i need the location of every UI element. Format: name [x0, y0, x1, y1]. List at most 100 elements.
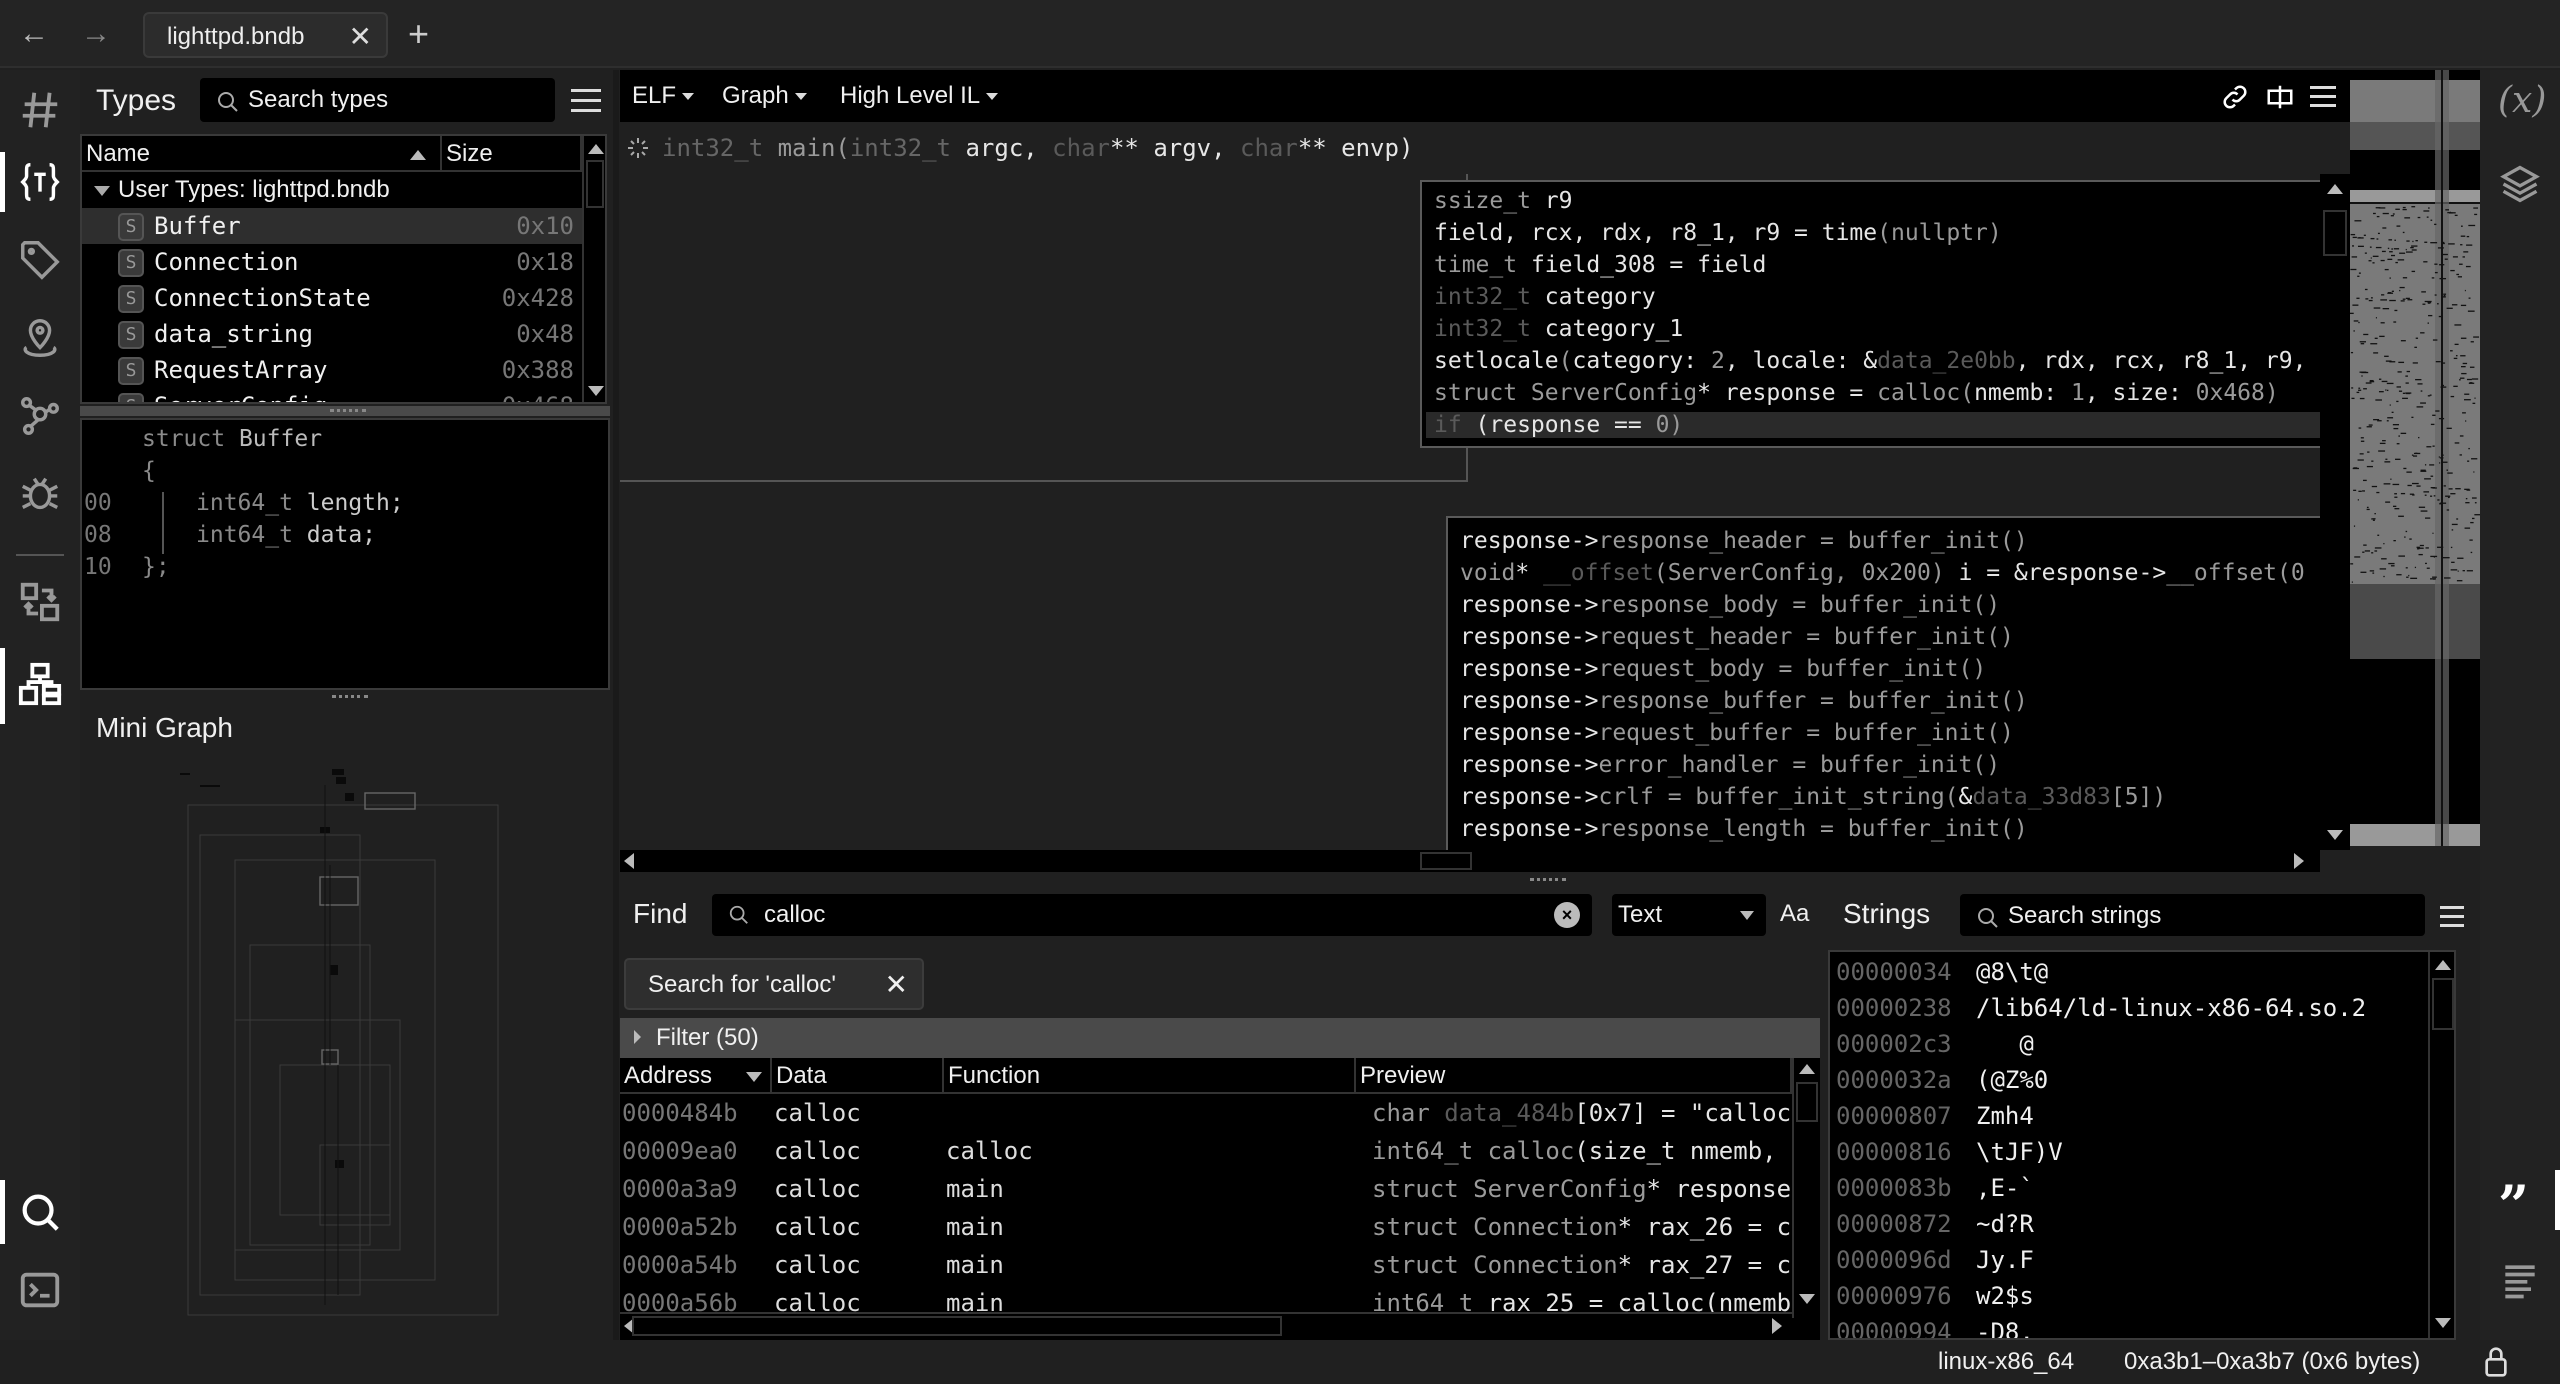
string-row[interactable]: 00000994 -D8, — [1830, 1314, 2426, 1338]
scroll-left-icon[interactable] — [624, 853, 634, 869]
results-scrollbar[interactable] — [1792, 1058, 1820, 1318]
scroll-up-icon[interactable] — [2435, 960, 2451, 970]
type-row[interactable]: Sdata_string 0x48 — [82, 316, 582, 352]
code-line[interactable]: int32_t category_1 — [1434, 316, 1683, 342]
string-row[interactable]: 0000096d Jy.F — [1830, 1242, 2426, 1278]
types-scrollbar[interactable] — [582, 136, 605, 402]
scroll-down-icon[interactable] — [1799, 1294, 1815, 1304]
code-line[interactable]: struct ServerConfig* response = calloc(n… — [1434, 380, 2279, 406]
type-row[interactable]: S RequestArray 0x388 — [82, 352, 582, 388]
strings-menu-button[interactable] — [2440, 906, 2464, 930]
code-line[interactable]: int32_t category — [1434, 284, 1656, 310]
view-menu-button[interactable] — [2310, 86, 2336, 110]
find-mode-select[interactable]: Text — [1612, 894, 1766, 936]
types-splitter[interactable] — [80, 406, 610, 416]
string-row[interactable]: 00000807 Zmh4 — [1830, 1098, 2426, 1134]
graph-horizontal-scrollbar[interactable] — [620, 850, 2320, 872]
splitter-grip[interactable] — [332, 695, 368, 699]
layers-icon[interactable] — [2498, 162, 2542, 206]
string-row[interactable]: 00000872 ~d?R — [1830, 1206, 2426, 1242]
code-line[interactable]: response->response_header = buffer_init(… — [1460, 528, 2028, 554]
view-type-menu[interactable]: ELF — [632, 82, 695, 110]
string-row[interactable]: 00000976 w2$s — [1830, 1278, 2426, 1314]
view-mode-menu[interactable]: Graph — [722, 82, 807, 110]
sidebar-item-search[interactable] — [10, 1182, 70, 1242]
sidebar-item-types[interactable] — [10, 152, 70, 212]
column-header-address[interactable]: Address — [620, 1058, 772, 1094]
string-row[interactable]: 00000238/lib64/ld-linux-x86-64.so.2 — [1830, 990, 2426, 1026]
scroll-right-icon[interactable] — [2294, 853, 2304, 869]
field-row[interactable]: 00 — [84, 490, 112, 516]
graph-vertical-scrollbar[interactable] — [2320, 174, 2350, 850]
basic-block-node[interactable]: ssize_t r9 field, rcx, rdx, r8_1, r9 = ti… — [1420, 180, 2320, 448]
code-line[interactable]: response->response_buffer = buffer_init(… — [1460, 688, 2028, 714]
type-row[interactable]: S ServerConfig 0x468 — [82, 388, 582, 402]
sidebar-item-transform[interactable] — [10, 572, 70, 632]
result-row[interactable]: 0000484b calloc char data_484b[0x7] = "cal… — [620, 1094, 1790, 1132]
code-line[interactable]: response->response_body = buffer_init() — [1460, 592, 2000, 618]
column-header-function[interactable]: Function — [944, 1058, 1356, 1094]
sidebar-item-tags[interactable] — [10, 230, 70, 290]
code-line[interactable]: response->response_length = buffer_init(… — [1460, 816, 2028, 842]
graph-canvas[interactable]: ssize_t r9 field, rcx, rdx, r8_1, r9 = ti… — [620, 174, 2320, 850]
column-header-name[interactable]: Name — [82, 136, 442, 172]
search-result-tab[interactable]: Search for 'calloc' ✕ — [624, 958, 924, 1010]
text-align-icon[interactable] — [2498, 1258, 2542, 1302]
selection-range[interactable]: 0xa3b1–0xa3b7 (0x6 bytes) — [2124, 1348, 2420, 1376]
type-row[interactable]: S Connection 0x18 — [82, 244, 582, 280]
column-header-preview[interactable]: Preview — [1356, 1058, 1792, 1094]
scroll-down-icon[interactable] — [588, 386, 604, 396]
lock-icon[interactable] — [2482, 1346, 2510, 1378]
column-header-size[interactable]: Size — [442, 136, 582, 172]
tab-lighttpd[interactable]: lighttpd.bndb ✕ — [143, 12, 388, 58]
filter-toggle[interactable]: Filter (50) — [620, 1018, 1820, 1058]
string-row[interactable]: 0000083b ,E-` — [1830, 1170, 2426, 1206]
sidebar-item-call-graph[interactable] — [10, 386, 70, 446]
type-row[interactable]: S Buffer 0x10 — [82, 208, 582, 244]
code-line[interactable]: field, rcx, rdx, r8_1, r9 = time(nullptr… — [1434, 220, 2002, 246]
scroll-up-icon[interactable] — [2327, 184, 2343, 194]
code-line[interactable]: response->crlf = buffer_init_string(&dat… — [1460, 784, 2166, 810]
code-line[interactable]: response->request_buffer = buffer_init() — [1460, 720, 2014, 746]
basic-block-node[interactable]: response->response_header = buffer_init(… — [1446, 516, 2320, 850]
code-line[interactable]: ssize_t r9 — [1434, 188, 1572, 214]
string-row[interactable]: 00000816 \tJF)V — [1830, 1134, 2426, 1170]
scroll-thumb[interactable] — [1796, 1082, 1818, 1122]
scroll-right-icon[interactable] — [1772, 1318, 1782, 1334]
types-menu-button[interactable] — [571, 89, 601, 113]
variables-icon[interactable]: (x) — [2498, 80, 2546, 121]
binary-overview-minimap[interactable] — [2350, 70, 2480, 880]
field-row[interactable]: 08 — [84, 522, 112, 548]
panel-divider[interactable] — [613, 70, 619, 1340]
sidebar-item-debugger[interactable] — [10, 464, 70, 524]
il-level-menu[interactable]: High Level IL — [840, 82, 999, 110]
new-tab-button[interactable]: + — [408, 12, 429, 56]
result-row[interactable]: 0000a3a9 calloc main struct ServerConfig* r… — [620, 1170, 1790, 1208]
function-signature[interactable]: int32_t main(int32_t argc, char** argv, … — [662, 134, 1413, 162]
close-icon[interactable]: ✕ — [885, 968, 908, 1001]
types-search-input[interactable]: Search types — [200, 78, 555, 122]
sidebar-item-mini-graph[interactable] — [10, 654, 70, 714]
result-row[interactable]: 0000a54b calloc main struct Connection* rax… — [620, 1246, 1790, 1284]
close-icon[interactable]: ✕ — [349, 20, 372, 53]
find-search-input[interactable]: calloc × — [712, 894, 1592, 936]
strings-scrollbar[interactable] — [2428, 952, 2454, 1338]
splitter-grip[interactable] — [1530, 878, 1566, 882]
results-horizontal-scrollbar[interactable] — [620, 1312, 1792, 1338]
code-line[interactable]: response->request_body = buffer_init() — [1460, 656, 1986, 682]
split-view-icon[interactable] — [2265, 84, 2295, 110]
type-row[interactable]: S ConnectionState 0x428 — [82, 280, 582, 316]
quote-icon[interactable]: ” — [2498, 1178, 2529, 1232]
scroll-down-icon[interactable] — [2435, 1318, 2451, 1328]
link-icon[interactable] — [2220, 82, 2250, 112]
scroll-thumb[interactable] — [1420, 852, 1472, 870]
platform-label[interactable]: linux-x86_64 — [1938, 1348, 2074, 1376]
code-line[interactable]: setlocale(category: 2, locale: &data_2e0… — [1434, 348, 2320, 374]
sidebar-item-symbols[interactable] — [10, 80, 70, 140]
case-sensitive-toggle[interactable]: Aa — [1780, 900, 1809, 928]
scroll-thumb[interactable] — [2323, 210, 2347, 256]
string-row[interactable]: 000002c3 @ — [1830, 1026, 2426, 1062]
scroll-up-icon[interactable] — [588, 144, 604, 154]
scroll-up-icon[interactable] — [1799, 1064, 1815, 1074]
forward-button[interactable]: → — [76, 14, 116, 54]
